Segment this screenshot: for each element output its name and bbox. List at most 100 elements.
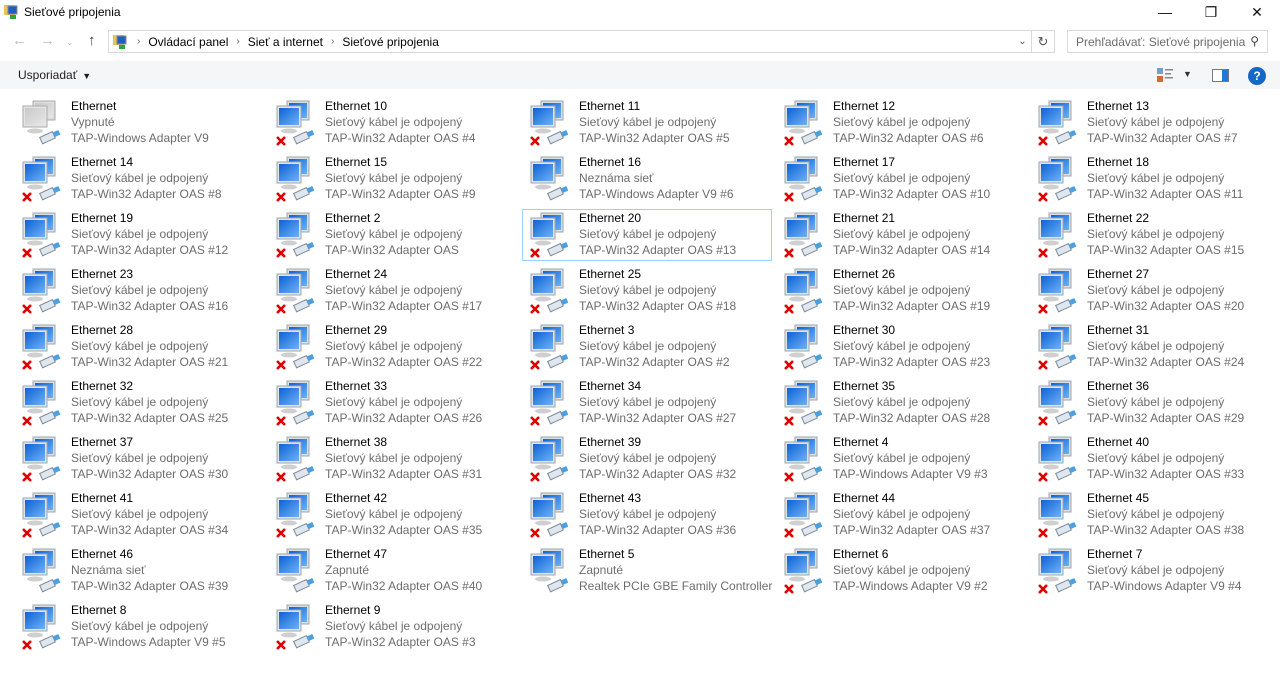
network-adapter-icon [1038,268,1077,314]
network-adapter-icon [22,436,61,482]
close-button[interactable]: ✕ [1234,0,1280,24]
connection-item[interactable]: Ethernet 32 Sieťový kábel je odpojený TAP-… [14,377,264,429]
connection-item[interactable]: Ethernet Vypnuté TAP-Windows Adapter V9 [14,97,264,149]
connection-item[interactable]: Ethernet 29 Sieťový kábel je odpojený TAP-… [268,321,518,373]
connection-item[interactable]: Ethernet 45 Sieťový kábel je odpojený TAP-… [1030,489,1280,541]
connection-status: Sieťový kábel je odpojený [833,507,971,521]
connection-item[interactable]: Ethernet 13 Sieťový kábel je odpojený TAP-… [1030,97,1280,149]
network-adapter-icon [530,324,569,370]
adapter-name: TAP-Win32 Adapter OAS #35 [325,523,483,537]
connection-item[interactable]: Ethernet 15 Sieťový kábel je odpojený TAP-… [268,153,518,205]
connection-item[interactable]: Ethernet 11 Sieťový kábel je odpojený TAP-… [522,97,772,149]
adapter-name: TAP-Win32 Adapter OAS [325,243,459,257]
adapter-name: TAP-Win32 Adapter OAS #18 [579,299,737,313]
forward-arrow-icon[interactable]: → [40,32,55,49]
connection-status: Sieťový kábel je odpojený [71,451,209,465]
help-button[interactable]: ? [1248,67,1266,85]
connection-name: Ethernet 3 [579,323,635,337]
connection-status: Sieťový kábel je odpojený [71,171,209,185]
connection-item[interactable]: Ethernet 30 Sieťový kábel je odpojený TAP-… [776,321,1026,373]
connection-item[interactable]: Ethernet 17 Sieťový kábel je odpojený TAP-… [776,153,1026,205]
connection-item[interactable]: Ethernet 8 Sieťový kábel je odpojený TAP-W… [14,601,264,653]
adapter-name: TAP-Win32 Adapter OAS #32 [579,467,737,481]
connection-status: Sieťový kábel je odpojený [1087,227,1225,241]
network-adapter-icon [530,268,569,314]
adapter-name: TAP-Win32 Adapter OAS #13 [579,243,737,257]
connection-item[interactable]: Ethernet 6 Sieťový kábel je odpojený TAP-W… [776,545,1026,597]
adapter-name: TAP-Windows Adapter V9 #4 [1087,579,1242,593]
connection-name: Ethernet 42 [325,491,388,505]
connection-item[interactable]: Ethernet 14 Sieťový kábel je odpojený TAP-… [14,153,264,205]
connection-status: Sieťový kábel je odpojený [579,227,717,241]
change-view-icon[interactable] [1157,68,1173,82]
minimize-button[interactable]: — [1142,0,1188,24]
connection-item[interactable]: Ethernet 19 Sieťový kábel je odpojený TAP-… [14,209,264,261]
connection-item[interactable]: Ethernet 24 Sieťový kábel je odpojený TAP-… [268,265,518,317]
maximize-button[interactable]: ❐ [1188,0,1234,24]
connection-status: Sieťový kábel je odpojený [579,339,717,353]
network-adapter-icon [22,100,61,145]
adapter-name: TAP-Win32 Adapter OAS #4 [325,131,476,145]
preview-pane-icon[interactable] [1212,69,1229,82]
breadcrumb-network-internet[interactable]: Sieť a internet [248,35,323,49]
connection-item[interactable]: Ethernet 27 Sieťový kábel je odpojený TAP-… [1030,265,1280,317]
connection-item[interactable]: Ethernet 21 Sieťový kábel je odpojený TAP-… [776,209,1026,261]
connection-item[interactable]: Ethernet 35 Sieťový kábel je odpojený TAP-… [776,377,1026,429]
organize-button[interactable]: Usporiadať ▼ [18,68,91,82]
view-dropdown-icon[interactable]: ▼ [1183,69,1192,79]
connection-item[interactable]: Ethernet 25 Sieťový kábel je odpojený TAP-… [522,265,772,317]
connection-status: Sieťový kábel je odpojený [325,507,463,521]
connection-item[interactable]: Ethernet 43 Sieťový kábel je odpojený TAP-… [522,489,772,541]
connection-name: Ethernet 4 [833,435,889,449]
up-arrow-icon[interactable]: ↑ [88,32,96,49]
connection-item[interactable]: Ethernet 41 Sieťový kábel je odpojený TAP-… [14,489,264,541]
connection-item[interactable]: Ethernet 33 Sieťový kábel je odpojený TAP-… [268,377,518,429]
connection-item[interactable]: Ethernet 22 Sieťový kábel je odpojený TAP-… [1030,209,1280,261]
address-dropdown-icon[interactable]: ⌄ [1013,31,1032,52]
connection-item[interactable]: Ethernet 42 Sieťový kábel je odpojený TAP-… [268,489,518,541]
connection-name: Ethernet 40 [1087,435,1150,449]
connection-item[interactable]: Ethernet 18 Sieťový kábel je odpojený TAP-… [1030,153,1280,205]
breadcrumb-control-panel[interactable]: Ovládací panel [148,35,228,49]
refresh-icon[interactable]: ↻ [1032,30,1055,53]
connection-item[interactable]: Ethernet 40 Sieťový kábel je odpojený TAP-… [1030,433,1280,485]
connection-item[interactable]: Ethernet 7 Sieťový kábel je odpojený TAP-W… [1030,545,1280,597]
connection-name: Ethernet 25 [579,267,642,281]
connection-item[interactable]: Ethernet 4 Sieťový kábel je odpojený TAP-W… [776,433,1026,485]
connection-item[interactable]: Ethernet 5 Zapnuté Realtek PCIe GBE Family… [522,545,772,597]
network-adapter-icon [784,436,823,482]
connection-item[interactable]: Ethernet 31 Sieťový kábel je odpojený TAP-… [1030,321,1280,373]
connection-item[interactable]: Ethernet 20 Sieťový kábel je odpojený TAP-… [522,209,772,261]
connection-item[interactable]: Ethernet 2 Sieťový kábel je odpojený TAP-W… [268,209,518,261]
connection-status: Sieťový kábel je odpojený [325,451,463,465]
recent-locations-chevron-icon[interactable]: ⌄ [66,37,74,48]
connection-item[interactable]: Ethernet 28 Sieťový kábel je odpojený TAP-… [14,321,264,373]
connection-item[interactable]: Ethernet 44 Sieťový kábel je odpojený TAP-… [776,489,1026,541]
connection-item[interactable]: Ethernet 9 Sieťový kábel je odpojený TAP-W… [268,601,518,653]
connection-item[interactable]: Ethernet 26 Sieťový kábel je odpojený TAP-… [776,265,1026,317]
breadcrumb-network-connections[interactable]: Sieťové pripojenia [342,35,439,49]
connection-item[interactable]: Ethernet 34 Sieťový kábel je odpojený TAP-… [522,377,772,429]
adapter-name: TAP-Windows Adapter V9 #5 [71,635,226,649]
connection-item[interactable]: Ethernet 36 Sieťový kábel je odpojený TAP-… [1030,377,1280,429]
adapter-name: TAP-Windows Adapter V9 #2 [833,579,988,593]
connection-item[interactable]: Ethernet 37 Sieťový kábel je odpojený TAP-… [14,433,264,485]
connection-name: Ethernet 32 [71,379,134,393]
back-arrow-icon[interactable]: ← [12,32,27,49]
address-bar[interactable]: › Ovládací panel › Sieť a internet › Sie… [108,30,1032,53]
connection-item[interactable]: Ethernet 46 Neznáma sieť TAP-Win32 Adapter… [14,545,264,597]
connection-name: Ethernet 15 [325,155,388,169]
adapter-name: Realtek PCIe GBE Family Controller [579,579,773,593]
connection-item[interactable]: Ethernet 12 Sieťový kábel je odpojený TAP-… [776,97,1026,149]
adapter-name: TAP-Win32 Adapter OAS #12 [71,243,229,257]
connection-item[interactable]: Ethernet 23 Sieťový kábel je odpojený TAP-… [14,265,264,317]
network-adapter-icon [530,548,569,593]
network-adapter-icon [276,156,315,202]
connection-item[interactable]: Ethernet 16 Neznáma sieť TAP-Windows Adapt… [522,153,772,205]
connection-item[interactable]: Ethernet 10 Sieťový kábel je odpojený TAP-… [268,97,518,149]
search-input[interactable]: Prehľadávať: Sieťové pripojenia ⚲ [1067,30,1268,53]
connection-item[interactable]: Ethernet 3 Sieťový kábel je odpojený TAP-W… [522,321,772,373]
connection-item[interactable]: Ethernet 39 Sieťový kábel je odpojený TAP-… [522,433,772,485]
connection-item[interactable]: Ethernet 47 Zapnuté TAP-Win32 Adapter OAS … [268,545,518,597]
connection-item[interactable]: Ethernet 38 Sieťový kábel je odpojený TAP-… [268,433,518,485]
